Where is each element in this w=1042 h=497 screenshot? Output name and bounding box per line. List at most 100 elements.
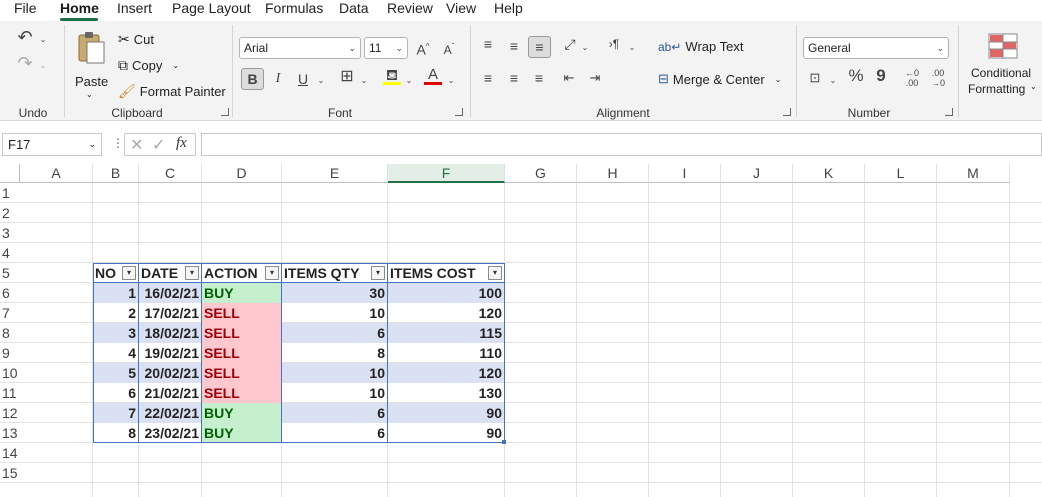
table-cell-cost[interactable]: 100 <box>388 283 504 303</box>
table-cell-cost[interactable]: 130 <box>388 383 504 403</box>
undo-icon[interactable]: ↶ <box>14 28 36 46</box>
merge-center-button[interactable]: ⊟ Merge & Center ⌄ <box>658 71 781 87</box>
clipboard-launcher-icon[interactable] <box>221 108 229 116</box>
table-cell-date[interactable]: 17/02/21 <box>139 303 201 323</box>
orientation-dropdown-icon[interactable]: ⌄ <box>580 40 590 56</box>
table-cell-no[interactable]: 6 <box>93 383 138 403</box>
column-header-b[interactable]: B <box>93 164 139 183</box>
column-header-m[interactable]: M <box>937 164 1010 183</box>
row-header-4[interactable]: 4 <box>0 243 20 263</box>
paragraph-direction-icon[interactable]: ›¶ <box>605 36 623 52</box>
underline-dropdown-icon[interactable]: ⌄ <box>316 73 326 89</box>
align-left-icon[interactable]: ≡ <box>479 70 497 86</box>
table-resize-handle[interactable] <box>502 440 506 444</box>
cancel-icon[interactable]: ✕ <box>130 135 143 155</box>
filter-dropdown-icon[interactable]: ▾ <box>265 266 279 280</box>
table-cell-cost[interactable]: 110 <box>388 343 504 363</box>
row-header-13[interactable]: 13 <box>0 423 20 443</box>
font-name-select[interactable]: Arial ⌄ <box>239 37 361 59</box>
menu-file[interactable]: File <box>14 0 37 17</box>
orientation-icon[interactable]: ⤢ <box>561 36 579 52</box>
percent-style-button[interactable]: % <box>846 67 866 84</box>
table-cell-no[interactable]: 4 <box>93 343 138 363</box>
number-launcher-icon[interactable] <box>945 108 953 116</box>
bold-button[interactable]: B <box>241 68 264 90</box>
table-cell-no[interactable]: 2 <box>93 303 138 323</box>
row-header-9[interactable]: 9 <box>0 343 20 363</box>
table-cell-date[interactable]: 22/02/21 <box>139 403 201 423</box>
table-cell-cost[interactable]: 90 <box>388 403 504 423</box>
table-cell-qty[interactable]: 6 <box>282 323 387 343</box>
middle-align-icon[interactable]: ≡ <box>505 38 523 54</box>
underline-button[interactable]: U <box>295 71 311 87</box>
filter-dropdown-icon[interactable]: ▾ <box>185 266 199 280</box>
menu-page-layout[interactable]: Page Layout <box>172 0 251 17</box>
borders-icon[interactable]: ⊞ <box>338 69 356 85</box>
accounting-format-icon[interactable]: ⊡ <box>806 70 824 86</box>
font-color-dropdown-icon[interactable]: ⌄ <box>446 73 456 89</box>
table-cell-cost[interactable]: 90 <box>388 423 504 443</box>
conditional-formatting-button[interactable]: Conditional Formatting ⌄ <box>964 31 1040 103</box>
formula-input[interactable] <box>201 133 1042 156</box>
menu-review[interactable]: Review <box>387 0 433 17</box>
table-cell-cost[interactable]: 120 <box>388 363 504 383</box>
check-icon[interactable]: ✓ <box>152 135 165 155</box>
column-header-e[interactable]: E <box>282 164 388 183</box>
row-header-6[interactable]: 6 <box>0 283 20 303</box>
comma-style-button[interactable]: 9 <box>874 67 888 84</box>
filter-dropdown-icon[interactable]: ▾ <box>122 266 136 280</box>
row-header-1[interactable]: 1 <box>0 183 20 203</box>
column-header-h[interactable]: H <box>577 164 649 183</box>
row-header-7[interactable]: 7 <box>0 303 20 323</box>
accounting-dropdown-icon[interactable]: ⌄ <box>828 73 838 89</box>
filter-dropdown-icon[interactable]: ▾ <box>371 266 385 280</box>
table-cell-no[interactable]: 3 <box>93 323 138 343</box>
number-format-select[interactable]: General ⌄ <box>803 37 949 59</box>
table-cell-date[interactable]: 19/02/21 <box>139 343 201 363</box>
table-cell-action[interactable]: SELL <box>202 383 281 403</box>
format-painter-button[interactable]: 🖌 Format Painter <box>118 83 226 100</box>
table-cell-qty[interactable]: 6 <box>282 403 387 423</box>
alignment-launcher-icon[interactable] <box>783 108 791 116</box>
redo-dropdown-icon[interactable]: ⌄ <box>38 58 48 74</box>
column-header-j[interactable]: J <box>721 164 793 183</box>
fill-color-dropdown-icon[interactable]: ⌄ <box>404 73 414 89</box>
table-cell-qty[interactable]: 10 <box>282 383 387 403</box>
bottom-align-icon[interactable]: ≡ <box>528 36 551 58</box>
row-header-14[interactable]: 14 <box>0 443 20 463</box>
table-cell-no[interactable]: 1 <box>93 283 138 303</box>
row-header-15[interactable]: 15 <box>0 463 20 483</box>
table-cell-qty[interactable]: 6 <box>282 423 387 443</box>
table-cell-cost[interactable]: 115 <box>388 323 504 343</box>
column-header-a[interactable]: A <box>20 164 93 183</box>
column-header-d[interactable]: D <box>202 164 282 183</box>
italic-button[interactable]: I <box>270 71 286 87</box>
table-cell-no[interactable]: 7 <box>93 403 138 423</box>
redo-icon[interactable]: ↷ <box>14 54 36 72</box>
row-header-3[interactable]: 3 <box>0 223 20 243</box>
column-header-l[interactable]: L <box>865 164 937 183</box>
row-header-8[interactable]: 8 <box>0 323 20 343</box>
paragraph-dropdown-icon[interactable]: ⌄ <box>627 40 637 56</box>
table-cell-action[interactable]: SELL <box>202 343 281 363</box>
menu-insert[interactable]: Insert <box>117 0 152 17</box>
table-cell-action[interactable]: BUY <box>202 403 281 423</box>
row-header-2[interactable]: 2 <box>0 203 20 223</box>
column-header-f[interactable]: F <box>388 164 505 183</box>
table-cell-date[interactable]: 20/02/21 <box>139 363 201 383</box>
table-cell-action[interactable]: SELL <box>202 303 281 323</box>
menu-help[interactable]: Help <box>494 0 523 17</box>
table-cell-action[interactable]: BUY <box>202 283 281 303</box>
row-header-11[interactable]: 11 <box>0 383 20 403</box>
decrease-indent-icon[interactable]: ⇤ <box>560 70 578 86</box>
increase-indent-icon[interactable]: ⇥ <box>586 70 604 86</box>
table-cell-cost[interactable]: 120 <box>388 303 504 323</box>
align-right-icon[interactable]: ≡ <box>530 70 548 86</box>
menu-view[interactable]: View <box>446 0 476 17</box>
undo-dropdown-icon[interactable]: ⌄ <box>38 32 48 48</box>
select-all-corner[interactable] <box>0 164 20 183</box>
table-cell-action[interactable]: SELL <box>202 323 281 343</box>
font-size-select[interactable]: 11 ⌄ <box>364 37 408 59</box>
insert-function-button[interactable]: fx <box>176 135 187 152</box>
more-options-icon[interactable]: ⋮ <box>112 136 124 150</box>
